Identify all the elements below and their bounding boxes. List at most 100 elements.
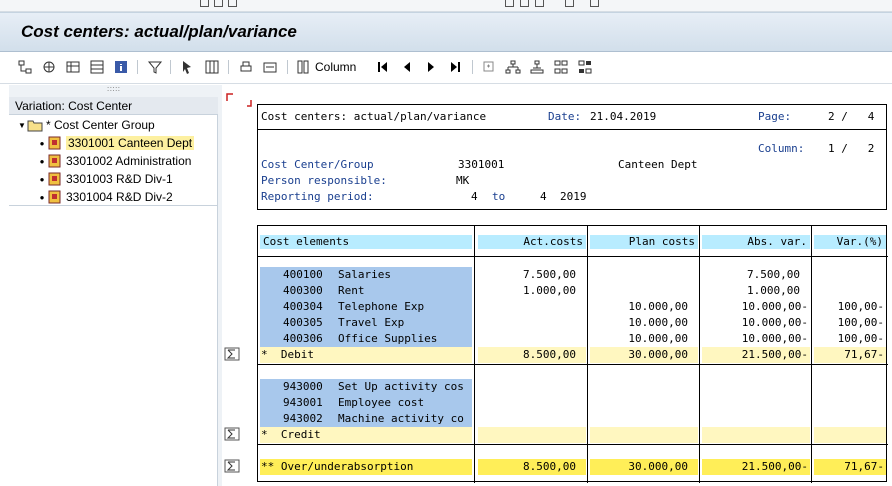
report-header-details: Column: 1 / 2 Cost Center/Group 3301001 … xyxy=(257,129,887,210)
tree-header: Variation: Cost Center xyxy=(9,97,218,115)
abs-var-value: 10.000,00- xyxy=(741,300,808,313)
layout-icon[interactable] xyxy=(203,58,221,76)
toolbar-glyph-icon[interactable] xyxy=(200,0,209,7)
debit-total-abs: 21.500,00- xyxy=(741,348,808,361)
cost-element-name: Machine activity co xyxy=(338,412,464,425)
cost-center-icon xyxy=(47,136,63,150)
row-divider xyxy=(258,364,888,365)
period-year: 2019 xyxy=(560,190,587,203)
date-value: 21.04.2019 xyxy=(590,110,657,123)
debit-total-plan: 30.000,00 xyxy=(628,348,688,361)
cost-element-code: 943001 xyxy=(283,396,323,409)
period-from: 4 xyxy=(471,190,478,203)
plan-costs-value: 10.000,00 xyxy=(628,316,688,329)
toolbar-glyph-icon[interactable] xyxy=(214,0,223,7)
bullet-icon: ● xyxy=(39,174,45,184)
act-costs-value: 1.000,00 xyxy=(523,284,576,297)
cost-element-name: Travel Exp xyxy=(338,316,405,329)
cost-center-group-name: Canteen Dept xyxy=(618,158,698,171)
column-icon xyxy=(297,60,309,74)
credit-total-label: * Credit xyxy=(261,428,321,441)
toolbar-glyph-icon[interactable] xyxy=(535,0,544,7)
column-button[interactable]: Column xyxy=(296,58,360,76)
header-plan-costs[interactable]: Plan costs xyxy=(590,235,698,249)
column-button-label: Column xyxy=(315,60,357,74)
over-total-label: ** Over/underabsorption xyxy=(261,460,414,473)
structure-alt-icon[interactable] xyxy=(576,58,594,76)
column-value: 1 / 2 xyxy=(828,142,875,155)
tree-item-label: 3301001 Canteen Dept xyxy=(66,136,195,150)
expand-icon[interactable] xyxy=(480,58,498,76)
cost-element-code: 400305 xyxy=(283,316,323,329)
abs-var-value: 10.000,00- xyxy=(741,332,808,345)
debit-total-label: * Debit xyxy=(261,348,314,361)
over-total-plan: 30.000,00 xyxy=(628,460,688,473)
cost-element-name: Rent xyxy=(338,284,365,297)
selection-corner-icon xyxy=(226,93,252,107)
act-costs-value: 7.500,00 xyxy=(523,268,576,281)
info-icon[interactable] xyxy=(112,58,130,76)
person-responsible-value: MK xyxy=(456,174,470,187)
export-icon[interactable] xyxy=(261,58,279,76)
toolbar-glyph-icon[interactable] xyxy=(505,0,514,7)
report-title: Cost centers: actual/plan/variance xyxy=(261,110,487,123)
tree-item-label: 3301002 Administration xyxy=(66,154,192,168)
header-abs-var[interactable]: Abs. var. xyxy=(702,235,810,249)
cost-center-icon xyxy=(47,172,63,186)
group-icon[interactable] xyxy=(64,58,82,76)
plan-costs-value: 10.000,00 xyxy=(628,332,688,345)
row-divider xyxy=(258,444,888,445)
cost-element-name: Telephone Exp xyxy=(338,300,425,313)
row-divider xyxy=(258,256,888,257)
toolbar-glyph-icon[interactable] xyxy=(520,0,529,7)
header-var-pct[interactable]: Var.(%) xyxy=(814,235,886,249)
toolbar-glyph-icon[interactable] xyxy=(565,0,574,7)
subtotal-icon[interactable] xyxy=(224,427,240,441)
last-page-icon[interactable] xyxy=(446,58,464,76)
tree-root-node[interactable]: ▼ * Cost Center Group xyxy=(17,116,155,134)
title-bar: Cost centers: actual/plan/variance xyxy=(0,12,892,52)
cost-element-code: 400306 xyxy=(283,332,323,345)
bullet-icon: ● xyxy=(39,156,45,166)
page-label: Page: xyxy=(758,110,792,123)
reporting-period-label: Reporting period: xyxy=(261,190,374,203)
cost-element-code: 943000 xyxy=(283,380,323,393)
structure-icon[interactable] xyxy=(552,58,570,76)
collapse-triangle-icon[interactable]: ▼ xyxy=(17,121,27,130)
toolbar-glyph-icon[interactable] xyxy=(590,0,599,7)
table-icon[interactable] xyxy=(88,58,106,76)
period-to-word: to xyxy=(492,190,506,203)
over-total-act: 8.500,00 xyxy=(523,460,576,473)
tree-item-rd-div-2[interactable]: ● 3301004 R&D Div-2 xyxy=(37,188,173,206)
first-page-icon[interactable] xyxy=(374,58,392,76)
toolbar-glyph-icon[interactable] xyxy=(228,0,237,7)
cost-element-code: 400100 xyxy=(283,268,323,281)
select-cursor-icon[interactable] xyxy=(179,58,197,76)
filter-icon[interactable] xyxy=(146,58,164,76)
print-icon[interactable] xyxy=(237,58,255,76)
subtotal-icon[interactable] xyxy=(224,347,240,361)
cost-center-group-label: Cost Center/Group xyxy=(261,158,374,171)
next-page-icon[interactable] xyxy=(422,58,440,76)
panel-grip[interactable]: ::::: xyxy=(9,85,218,97)
tree-expand-icon[interactable] xyxy=(504,58,522,76)
tree-item-label: 3301003 R&D Div-1 xyxy=(66,172,173,186)
over-total-abs: 21.500,00- xyxy=(741,460,808,473)
tree-item-administration[interactable]: ● 3301002 Administration xyxy=(37,152,192,170)
header-act-costs[interactable]: Act.costs xyxy=(478,235,586,249)
header-cost-elements[interactable]: Cost elements xyxy=(260,235,472,249)
page-value: 2 / 4 xyxy=(828,110,875,123)
navigation-panel: ::::: Variation: Cost Center ▼ * Cost Ce… xyxy=(9,85,218,486)
tree-collapse-icon[interactable] xyxy=(528,58,546,76)
person-responsible-label: Person responsible: xyxy=(261,174,387,187)
hierarchy-icon[interactable] xyxy=(16,58,34,76)
navigate-icon[interactable] xyxy=(40,58,58,76)
cost-element-name: Set Up activity cos xyxy=(338,380,464,393)
abs-var-value: 1.000,00 xyxy=(747,284,800,297)
bullet-icon: ● xyxy=(39,138,45,148)
tree-item-rd-div-1[interactable]: ● 3301003 R&D Div-1 xyxy=(37,170,173,188)
plan-costs-value: 10.000,00 xyxy=(628,300,688,313)
tree-item-canteen-dept[interactable]: ● 3301001 Canteen Dept xyxy=(37,134,195,152)
previous-page-icon[interactable] xyxy=(398,58,416,76)
subtotal-icon[interactable] xyxy=(224,459,240,473)
